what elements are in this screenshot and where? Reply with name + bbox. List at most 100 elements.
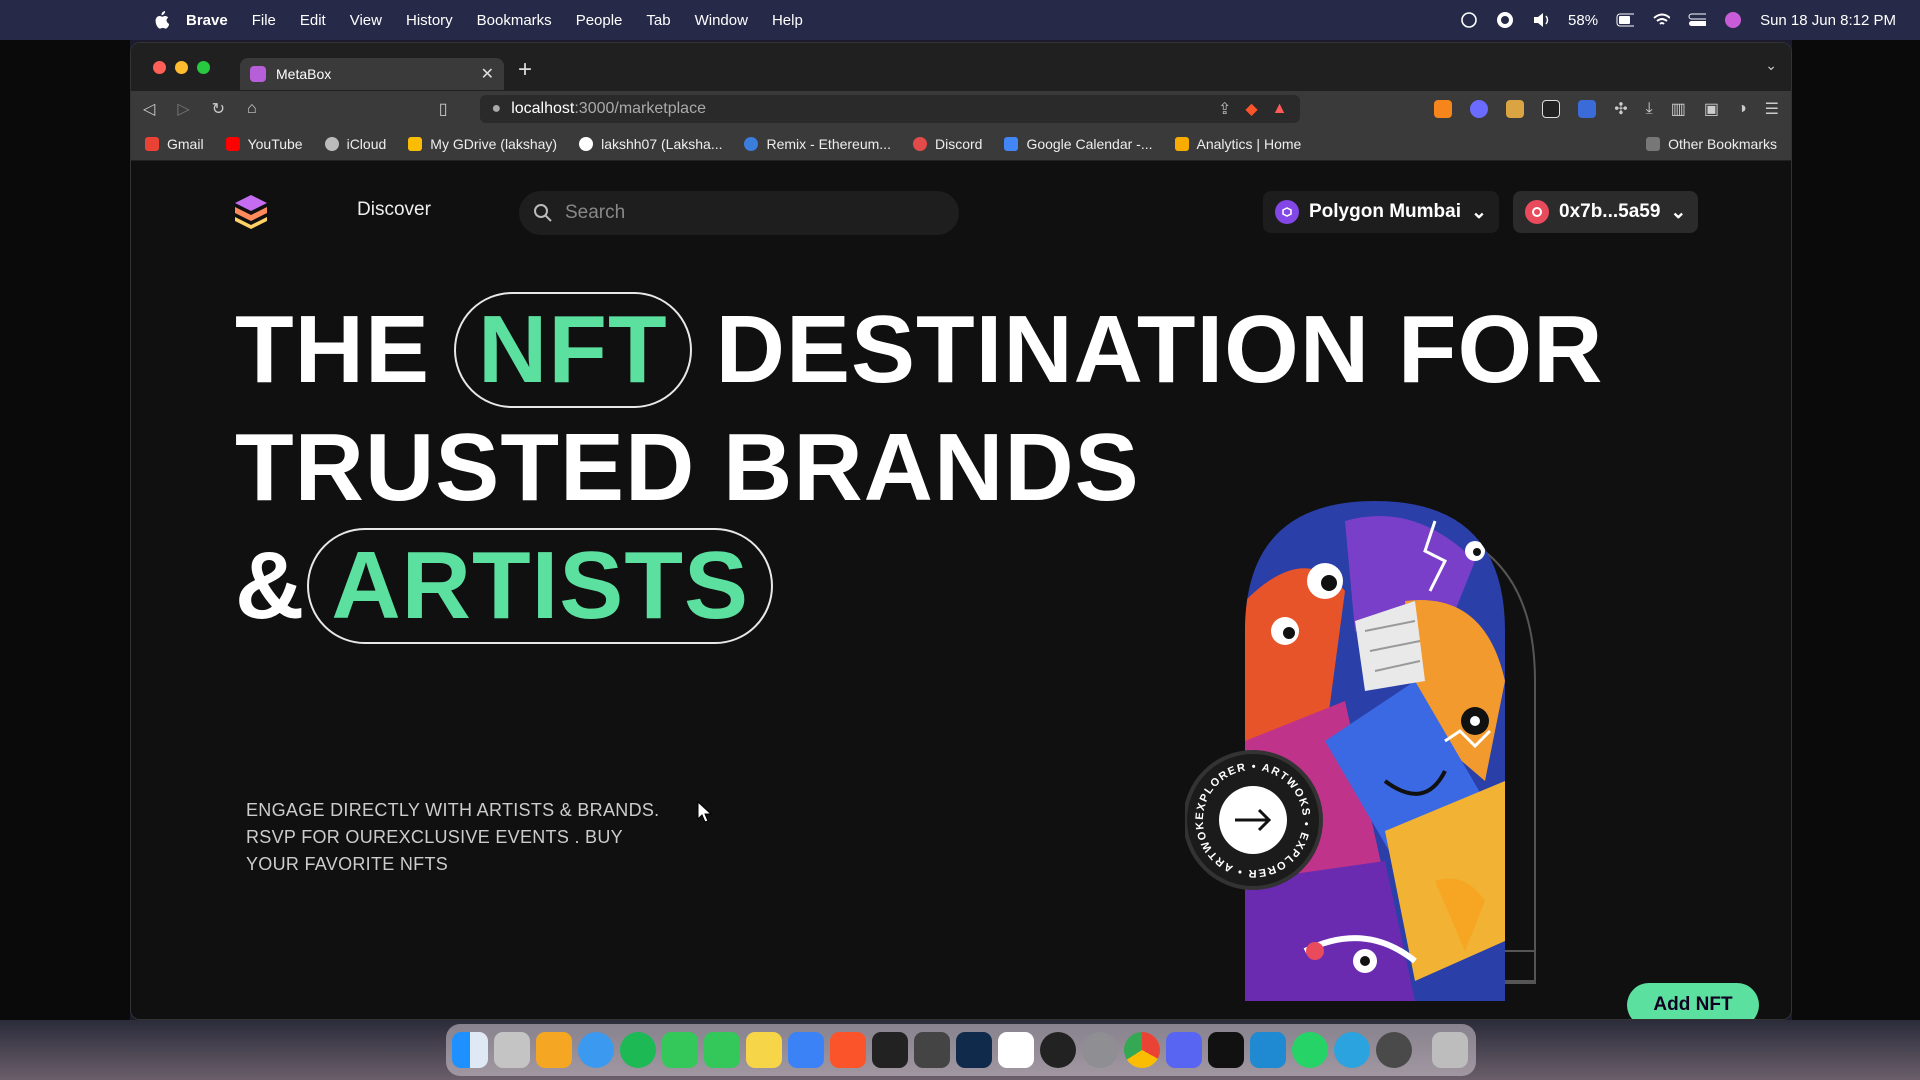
vscode-icon[interactable] [1250, 1032, 1286, 1068]
bookmark-remix[interactable]: Remix - Ethereum... [744, 136, 891, 152]
address-bar[interactable]: ● localhost :3000/marketplace ⇪ ◆ ▲ [479, 95, 1300, 123]
sidebar-icon[interactable]: ▥ [1671, 99, 1686, 119]
download-icon[interactable]: ⤓ [1646, 100, 1653, 118]
search-input[interactable] [565, 202, 925, 224]
spotify-icon[interactable] [620, 1032, 656, 1068]
site-info-icon[interactable]: ● [492, 100, 502, 118]
volume-icon[interactable] [1532, 11, 1550, 29]
puzzle-extensions-icon[interactable]: ✣ [1614, 99, 1627, 119]
desktop-left [0, 40, 130, 1020]
brave-icon[interactable] [830, 1032, 866, 1068]
brave-shields-icon[interactable]: ◆ [1245, 99, 1257, 119]
extension-icon[interactable] [1470, 100, 1489, 118]
wallet-icon[interactable]: ▣ [1704, 99, 1719, 119]
telegram-icon[interactable] [1334, 1032, 1370, 1068]
search-bar[interactable] [519, 191, 959, 235]
facetime-icon[interactable] [704, 1032, 740, 1068]
bookmark-gdrive[interactable]: My GDrive (lakshay) [408, 136, 557, 152]
hero-text: & [235, 532, 306, 639]
bookmark-gmail[interactable]: Gmail [145, 136, 204, 152]
bookmark-github[interactable]: lakshh07 (Laksha... [579, 136, 722, 152]
pen-extension-icon[interactable] [1506, 100, 1525, 118]
profile-icon[interactable]: ◑ [1737, 100, 1747, 118]
bookmark-icon[interactable]: ▯ [439, 99, 448, 119]
bookmark-label: YouTube [247, 135, 303, 152]
finder-icon[interactable] [452, 1032, 488, 1068]
bookmark-youtube[interactable]: YouTube [225, 135, 303, 152]
home-icon[interactable]: ⌂ [247, 100, 257, 118]
menu-edit[interactable]: Edit [300, 12, 326, 29]
notion-icon[interactable] [998, 1032, 1034, 1068]
macos-menubar: Brave File Edit View History Bookmarks P… [0, 0, 1920, 40]
other-bookmarks[interactable]: Other Bookmarks [1646, 136, 1777, 152]
menu-bookmarks[interactable]: Bookmarks [477, 12, 552, 29]
extension-icon[interactable] [1542, 100, 1561, 118]
battery-icon[interactable] [1616, 11, 1635, 29]
menu-people[interactable]: People [576, 12, 623, 29]
share-icon[interactable]: ⇪ [1218, 99, 1231, 119]
tab-metabox[interactable]: MetaBox ✕ [240, 58, 504, 90]
launchpad-icon[interactable] [494, 1032, 530, 1068]
messages-icon[interactable] [662, 1032, 698, 1068]
notes-icon[interactable] [746, 1032, 782, 1068]
menu-history[interactable]: History [406, 12, 453, 29]
hero-text: DESTINATION FOR [715, 296, 1604, 403]
bookmark-icloud[interactable]: iCloud [324, 136, 386, 152]
trash-icon[interactable] [1432, 1032, 1468, 1068]
bookmark-label: Analytics | Home [1196, 135, 1302, 152]
nav-discover-link[interactable]: Discover [357, 199, 431, 221]
new-tab-plus-icon[interactable]: + [518, 56, 532, 84]
bookmark-discord[interactable]: Discord [912, 136, 982, 152]
figma-icon[interactable] [872, 1032, 908, 1068]
photoshop-icon[interactable] [956, 1032, 992, 1068]
extension-icon[interactable] [1578, 100, 1597, 118]
wallet-avatar-icon [1525, 200, 1549, 224]
add-nft-button[interactable]: Add NFT [1627, 983, 1759, 1019]
metabox-logo-icon[interactable] [233, 193, 269, 229]
forward-icon[interactable]: ▷ [177, 99, 189, 119]
menubar-datetime[interactable]: Sun 18 Jun 8:12 PM [1760, 12, 1896, 29]
menu-icon[interactable]: ☰ [1765, 99, 1779, 119]
wifi-icon[interactable] [1652, 11, 1671, 29]
menu-view[interactable]: View [350, 12, 382, 29]
discord-icon[interactable] [1166, 1032, 1202, 1068]
terminal-icon[interactable] [1208, 1032, 1244, 1068]
close-tab-icon[interactable]: ✕ [481, 64, 494, 84]
bookmarks-bar: Gmail YouTube iCloud My GDrive (lakshay)… [131, 127, 1791, 161]
menu-file[interactable]: File [252, 12, 276, 29]
apple-icon[interactable] [150, 11, 172, 29]
quicktime-icon[interactable] [1376, 1032, 1412, 1068]
apple-icon [324, 136, 339, 151]
grammarly-icon[interactable] [1496, 11, 1514, 29]
hero-line-1: THE NFT DESTINATION FOR [235, 291, 1603, 409]
folder-icon [1646, 136, 1661, 151]
chrome-icon[interactable] [1124, 1032, 1160, 1068]
back-icon[interactable]: ◁ [143, 99, 155, 119]
browser-window: MetaBox ✕ + ⌄ ◁ ▷ ↻ ⌂ ▯ ● localhost :300… [130, 42, 1792, 1020]
menu-help[interactable]: Help [772, 12, 803, 29]
bookmark-calendar[interactable]: Google Calendar -... [1004, 136, 1153, 152]
menu-tab[interactable]: Tab [646, 12, 670, 29]
network-selector-button[interactable]: Polygon Mumbai ⌄ [1263, 191, 1499, 233]
siri-icon[interactable] [1724, 11, 1742, 29]
wallet-account-button[interactable]: 0x7b...5a59 ⌄ [1513, 191, 1699, 233]
reload-icon[interactable]: ↻ [212, 99, 225, 119]
final-cut-icon[interactable] [914, 1032, 950, 1068]
brave-rewards-icon[interactable]: ▲ [1272, 100, 1288, 118]
obs-icon[interactable] [1040, 1032, 1076, 1068]
status-icon[interactable] [1460, 11, 1478, 29]
metamask-icon[interactable] [1434, 100, 1453, 118]
pages-icon[interactable] [536, 1032, 572, 1068]
menu-app-name[interactable]: Brave [186, 12, 228, 29]
zoom-window-button[interactable] [197, 60, 210, 74]
close-window-button[interactable] [153, 60, 166, 74]
bookmark-analytics[interactable]: Analytics | Home [1174, 135, 1302, 152]
mail-icon[interactable] [788, 1032, 824, 1068]
control-center-icon[interactable] [1688, 11, 1707, 29]
menu-window[interactable]: Window [695, 12, 748, 29]
settings-icon[interactable] [1082, 1032, 1118, 1068]
whatsapp-icon[interactable] [1292, 1032, 1328, 1068]
tab-list-chevron-icon[interactable]: ⌄ [1765, 57, 1777, 74]
safari-icon[interactable] [578, 1032, 614, 1068]
minimize-window-button[interactable] [175, 60, 188, 74]
